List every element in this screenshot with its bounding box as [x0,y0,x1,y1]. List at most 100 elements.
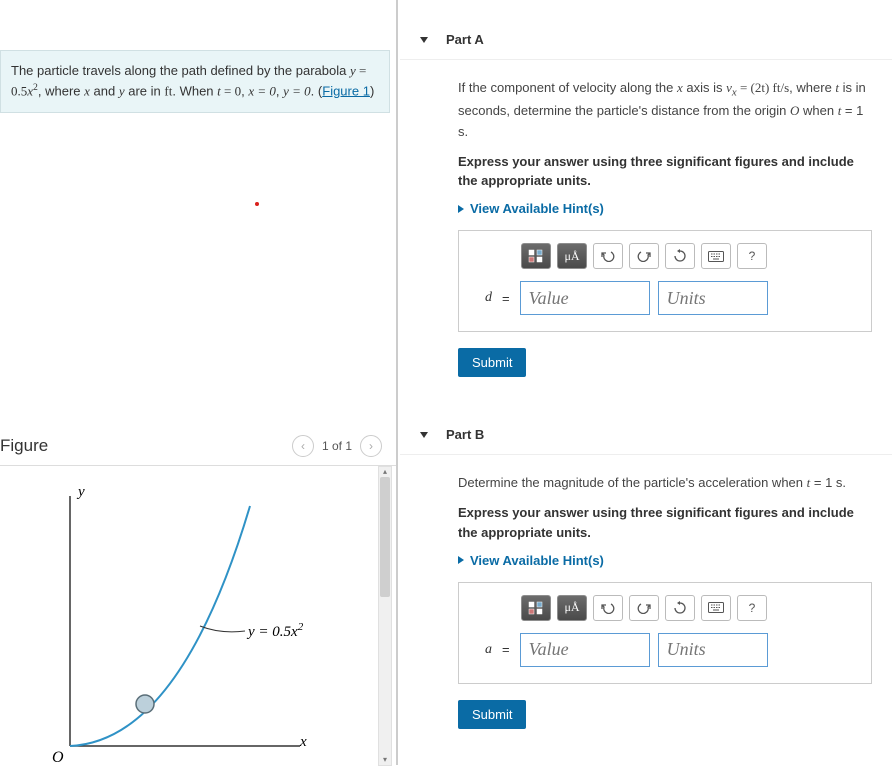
origin-label: O [52,749,64,766]
part-a-toolbar: μÅ ? [521,243,859,269]
part-b-header[interactable]: Part B [400,415,892,455]
problem-text-5: . When [172,83,217,98]
equals-sign: = [502,291,510,306]
part-b-input-row: a = [485,633,859,667]
scroll-down-icon[interactable]: ▾ [380,755,390,765]
qb-t2: = 1 s. [810,475,846,490]
problem-text-3: and [90,83,119,98]
reset-icon [673,601,687,615]
redo-icon [637,602,651,614]
figure-header: Figure ‹ 1 of 1 › [0,423,396,466]
left-panel: The particle travels along the path defi… [0,0,398,765]
part-a-body: If the component of velocity along the x… [400,60,892,387]
scroll-up-icon[interactable]: ▴ [380,467,390,477]
eq0: = 0 [221,83,241,98]
templates-button[interactable] [521,595,551,621]
part-a-units-input[interactable] [658,281,768,315]
part-b-instruction: Express your answer using three signific… [458,503,872,542]
part-a-instruction: Express your answer using three signific… [458,152,872,191]
caret-down-icon [420,37,428,43]
part-b-body: Determine the magnitude of the particle'… [400,455,892,739]
qa-val: (2t) ft/s [751,80,790,95]
part-a-question: If the component of velocity along the x… [458,78,872,142]
part-a-answer-box: μÅ ? d = [458,230,872,332]
figure-next-button[interactable]: › [360,435,382,457]
part-a-var: d [485,290,492,306]
undo-icon [601,250,615,262]
axis-y-label: y [76,484,85,500]
part-b-toolbar: μÅ ? [521,595,859,621]
right-panel: Part A If the component of velocity alon… [400,0,892,765]
keyboard-icon [708,602,724,613]
problem-statement: The particle travels along the path defi… [0,50,390,113]
help-button[interactable]: ? [737,595,767,621]
figure-svg: y x O y = 0.5x2 [30,476,340,776]
part-a-title: Part A [446,32,484,47]
reset-icon [673,249,687,263]
eq-sign: = [356,63,367,78]
qa-O: O [790,103,799,118]
qa-eq: = [737,80,751,95]
marker-dot [255,202,259,206]
part-b-value-input[interactable] [520,633,650,667]
part-b-answer-box: μÅ ? a = [458,582,872,684]
scrollbar-thumb[interactable] [380,477,390,597]
problem-text-4: are in [125,83,165,98]
figure-prev-button[interactable]: ‹ [292,435,314,457]
keyboard-icon [708,251,724,262]
problem-text: The particle travels along the path defi… [11,63,350,78]
keyboard-button[interactable] [701,243,731,269]
caret-down-icon [420,432,428,438]
svg-text:y = 0.5x2: y = 0.5x2 [246,621,304,640]
part-b-question: Determine the magnitude of the particle'… [458,473,872,493]
help-button[interactable]: ? [737,243,767,269]
part-b-hints-link[interactable]: View Available Hint(s) [458,553,604,568]
part-b-var: a [485,642,492,658]
figure-body: y x O y = 0.5x2 ▴ ▾ [0,466,396,779]
qa-t1: If the component of velocity along the [458,80,677,95]
symbols-button[interactable]: μÅ [557,243,587,269]
keyboard-button[interactable] [701,595,731,621]
fraction-icon [528,249,544,263]
undo-button[interactable] [593,595,623,621]
part-a-hints-link[interactable]: View Available Hint(s) [458,201,604,216]
qa-t3: , where [789,80,835,95]
part-b-title: Part B [446,427,484,442]
redo-icon [637,250,651,262]
redo-button[interactable] [629,243,659,269]
undo-icon [601,602,615,614]
equals-sign-b: = [502,642,510,657]
caret-right-icon [458,556,464,564]
hints-label: View Available Hint(s) [470,201,604,216]
qa-t5: when [799,103,837,118]
axis-x-label: x [299,734,307,750]
caret-right-icon [458,205,464,213]
yeq0: y = 0 [283,83,311,98]
redo-button[interactable] [629,595,659,621]
part-a-input-row: d = [485,281,859,315]
period: . [311,83,318,98]
reset-button[interactable] [665,243,695,269]
fig-close: ) [370,83,374,98]
figure-title: Figure [0,436,288,456]
curve-sup: 2 [298,621,304,633]
templates-button[interactable] [521,243,551,269]
undo-button[interactable] [593,243,623,269]
part-a-value-input[interactable] [520,281,650,315]
curve-label: y = 0.5x [246,624,298,640]
part-b-submit-button[interactable]: Submit [458,700,526,729]
figure-count: 1 of 1 [322,439,352,453]
qb-t1: Determine the magnitude of the particle'… [458,475,807,490]
part-b-units-input[interactable] [658,633,768,667]
figure-scrollbar[interactable]: ▴ ▾ [378,466,392,766]
figure-link[interactable]: Figure 1 [322,83,370,98]
qa-t2: axis is [683,80,726,95]
fraction-icon [528,601,544,615]
eq-05: 0.5 [11,83,27,98]
part-a-submit-button[interactable]: Submit [458,348,526,377]
hints-label-b: View Available Hint(s) [470,553,604,568]
part-a-header[interactable]: Part A [400,20,892,60]
symbols-button[interactable]: μÅ [557,595,587,621]
reset-button[interactable] [665,595,695,621]
xeq0: x = 0 [248,83,276,98]
